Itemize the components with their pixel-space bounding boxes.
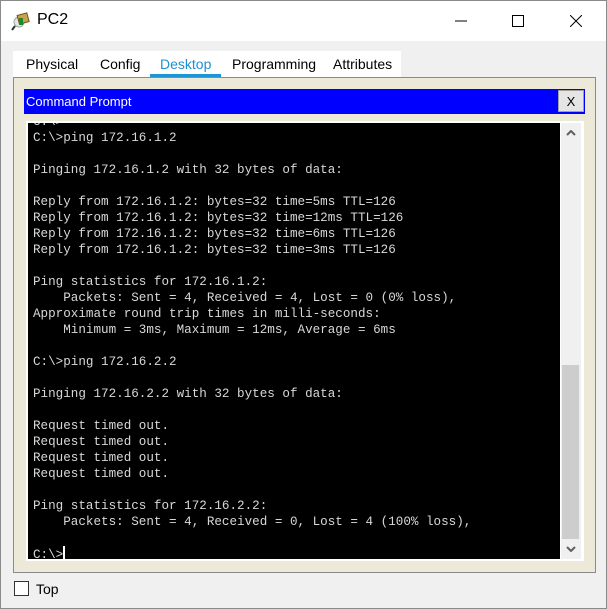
tab-config[interactable]: Config xyxy=(98,51,142,77)
terminal-line: Request timed out. xyxy=(33,419,170,433)
window-title: PC2 xyxy=(37,11,69,28)
terminal-line: Pinging 172.16.1.2 with 32 bytes of data… xyxy=(33,163,343,177)
close-icon xyxy=(570,15,582,27)
maximize-icon xyxy=(512,15,524,27)
terminal-line: Ping statistics for 172.16.2.2: xyxy=(33,499,268,513)
terminal-line: C:\>ping 172.16.1.2 xyxy=(33,131,177,145)
terminal-prompt-line: C:\> xyxy=(33,546,471,559)
terminal-line: Packets: Sent = 4, Received = 4, Lost = … xyxy=(33,291,457,305)
prompt-text: C:\> xyxy=(33,548,64,559)
maximize-button[interactable] xyxy=(495,1,541,41)
command-prompt-close-button[interactable]: X xyxy=(558,90,584,112)
tab-desktop[interactable]: Desktop xyxy=(149,51,222,77)
tab-physical[interactable]: Physical xyxy=(24,51,80,77)
terminal-frame: C:\>C:\>ping 172.16.1.2 Pinging 172.16.1… xyxy=(26,121,584,561)
terminal-line: Request timed out. xyxy=(33,435,170,449)
scroll-thumb[interactable] xyxy=(562,365,579,539)
text-cursor xyxy=(63,546,66,559)
terminal-line: Reply from 172.16.1.2: bytes=32 time=3ms… xyxy=(33,243,396,257)
chevron-down-icon xyxy=(566,546,576,552)
tab-attributes[interactable]: Attributes xyxy=(331,51,394,77)
minimize-button[interactable] xyxy=(438,1,484,41)
terminal-line: Ping statistics for 172.16.1.2: xyxy=(33,275,268,289)
minimize-icon xyxy=(455,20,467,22)
terminal-line: Request timed out. xyxy=(33,467,170,481)
title-bar[interactable]: PC2 xyxy=(1,1,606,41)
command-prompt-titlebar: Command Prompt X xyxy=(24,89,585,114)
terminal-line: Approximate round trip times in milli-se… xyxy=(33,307,381,321)
pc2-window: PC2 Physical Config Desktop Programming … xyxy=(0,0,607,609)
terminal-line: Packets: Sent = 4, Received = 0, Lost = … xyxy=(33,515,472,529)
terminal-scrollbar[interactable] xyxy=(561,123,581,559)
close-button[interactable] xyxy=(553,1,599,41)
terminal-line: Reply from 172.16.1.2: bytes=32 time=5ms… xyxy=(33,195,396,209)
tab-programming[interactable]: Programming xyxy=(230,51,318,77)
scroll-up-button[interactable] xyxy=(561,123,581,143)
scroll-down-button[interactable] xyxy=(561,539,581,559)
terminal-line: Reply from 172.16.1.2: bytes=32 time=6ms… xyxy=(33,227,396,241)
packet-tracer-pc-icon xyxy=(11,11,31,31)
terminal-line: Reply from 172.16.1.2: bytes=32 time=12m… xyxy=(33,211,404,225)
terminal-line: C:\>ping 172.16.2.2 xyxy=(33,355,177,369)
top-checkbox-label: Top xyxy=(36,581,59,597)
terminal-line: Minimum = 3ms, Maximum = 12ms, Average =… xyxy=(33,323,396,337)
top-checkbox[interactable] xyxy=(14,581,29,596)
terminal-line: Pinging 172.16.2.2 with 32 bytes of data… xyxy=(33,387,343,401)
terminal-text: C:\>C:\>ping 172.16.1.2 Pinging 172.16.1… xyxy=(33,123,471,559)
terminal-output[interactable]: C:\>C:\>ping 172.16.1.2 Pinging 172.16.1… xyxy=(28,123,560,559)
desktop-panel: Command Prompt X C:\>C:\>ping 172.16.1.2… xyxy=(13,77,596,573)
command-prompt-title: Command Prompt xyxy=(26,94,132,109)
terminal-line: C:\> xyxy=(33,123,471,130)
chevron-up-icon xyxy=(566,130,576,136)
tab-strip: Physical Config Desktop Programming Attr… xyxy=(13,51,401,77)
terminal-line: Request timed out. xyxy=(33,451,170,465)
